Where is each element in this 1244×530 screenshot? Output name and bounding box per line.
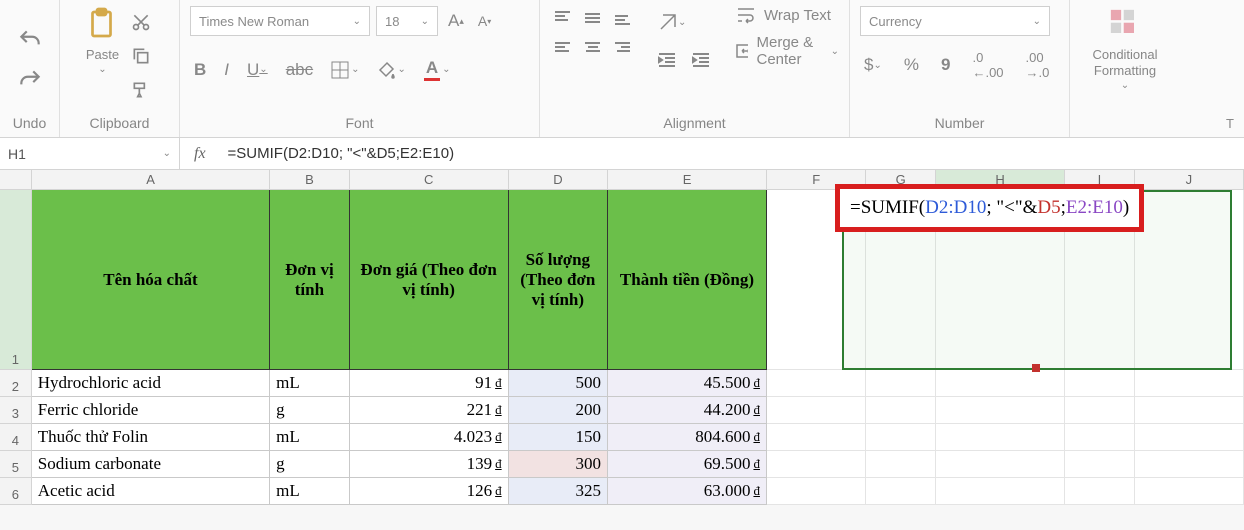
row-header[interactable]: 6	[0, 478, 32, 505]
table-cell[interactable]: g	[270, 397, 350, 424]
increase-decimal-button[interactable]: .0←.00	[968, 48, 1007, 82]
header-cell[interactable]: Số lượng (Theo đơn vị tính)	[509, 190, 608, 370]
header-cell[interactable]: Thành tiền (Đồng)	[608, 190, 767, 370]
name-box[interactable]: H1⌄	[0, 138, 180, 169]
table-cell[interactable]: Acetic acid	[32, 478, 270, 505]
formula-input[interactable]	[220, 138, 1244, 169]
table-cell[interactable]: Sodium carbonate	[32, 451, 270, 478]
font-name-select[interactable]: Times New Roman⌄	[190, 6, 370, 36]
header-cell[interactable]: Tên hóa chất	[32, 190, 270, 370]
table-cell[interactable]: Thuốc thử Folin	[32, 424, 270, 451]
table-cell[interactable]: 69.500đ	[608, 451, 767, 478]
cut-button[interactable]	[127, 10, 155, 34]
table-cell[interactable]: 200	[509, 397, 608, 424]
align-middle-button[interactable]	[580, 6, 604, 30]
header-cell[interactable]: Đơn giá (Theo đơn vị tính)	[350, 190, 509, 370]
table-cell[interactable]: 804.600đ	[608, 424, 767, 451]
merge-center-button[interactable]: Merge & Center⌄	[736, 34, 839, 68]
orientation-button[interactable]: ⌄	[654, 10, 714, 34]
table-cell[interactable]: 139đ	[350, 451, 509, 478]
number-group-label: Number	[935, 115, 985, 135]
fx-button[interactable]: fx	[180, 145, 220, 163]
col-header[interactable]: A	[32, 170, 270, 189]
currency-button[interactable]: $ ⌄	[860, 53, 886, 77]
redo-button[interactable]	[13, 65, 47, 95]
header-cell[interactable]: Đơn vị tính	[270, 190, 350, 370]
formula-bar: H1⌄ fx	[0, 138, 1244, 170]
paste-label: Paste	[86, 47, 119, 62]
table-cell[interactable]: 91đ	[350, 370, 509, 397]
table-cell[interactable]: 44.200đ	[608, 397, 767, 424]
row-header[interactable]: 3	[0, 397, 32, 424]
conditional-formatting-button[interactable]: Conditional Formatting⌄	[1092, 6, 1157, 91]
clipboard-group-label: Clipboard	[90, 115, 150, 135]
percent-button[interactable]: %	[900, 53, 923, 77]
table-cell[interactable]: 300	[509, 451, 608, 478]
table-cell[interactable]: 500	[509, 370, 608, 397]
table-cell[interactable]: Hydrochloric acid	[32, 370, 270, 397]
red-handle	[1032, 364, 1040, 372]
align-right-button[interactable]	[610, 36, 634, 60]
align-top-button[interactable]	[550, 6, 574, 30]
underline-button[interactable]: U ⌄	[243, 58, 272, 82]
table-cell[interactable]: 126đ	[350, 478, 509, 505]
col-header[interactable]: D	[509, 170, 608, 189]
undo-button[interactable]	[13, 25, 47, 55]
fill-color-button[interactable]: ⌄	[374, 59, 410, 81]
font-color-button[interactable]: A⌄	[420, 56, 455, 83]
decrease-decimal-button[interactable]: .00→.0	[1022, 48, 1054, 82]
formula-overlay-cell: =SUMIF(D2:D10; "<"&D5;E2:E10)	[835, 184, 1144, 232]
table-cell[interactable]: mL	[270, 370, 350, 397]
font-size-select[interactable]: 18⌄	[376, 6, 438, 36]
table-cell[interactable]: 4.023đ	[350, 424, 509, 451]
cond-format-label: Conditional Formatting	[1092, 47, 1157, 78]
table-cell[interactable]: 325	[509, 478, 608, 505]
undo-group-label: Undo	[13, 115, 46, 135]
table-cell[interactable]: g	[270, 451, 350, 478]
row-header[interactable]: 5	[0, 451, 32, 478]
col-header[interactable]: J	[1135, 170, 1244, 189]
row-header[interactable]: 4	[0, 424, 32, 451]
comma-button[interactable]: 9	[937, 53, 954, 77]
align-left-button[interactable]	[550, 36, 574, 60]
number-format-select[interactable]: Currency⌄	[860, 6, 1050, 36]
select-all-corner[interactable]	[0, 170, 32, 189]
align-bottom-button[interactable]	[610, 6, 634, 30]
align-center-button[interactable]	[580, 36, 604, 60]
italic-button[interactable]: I	[220, 58, 233, 82]
row-header[interactable]: 2	[0, 370, 32, 397]
strike-button[interactable]: abc	[282, 58, 317, 82]
copy-button[interactable]	[127, 44, 155, 68]
tab-t[interactable]: T	[1180, 0, 1244, 137]
table-cell[interactable]: 63.000đ	[608, 478, 767, 505]
row-header[interactable]: 1	[0, 190, 32, 370]
table-cell[interactable]: 150	[509, 424, 608, 451]
bold-button[interactable]: B	[190, 58, 210, 82]
alignment-group-label: Alignment	[663, 115, 725, 135]
paste-button[interactable]: Paste ⌄	[85, 6, 121, 75]
col-header[interactable]: B	[270, 170, 349, 189]
table-cell[interactable]: mL	[270, 478, 350, 505]
table-cell[interactable]: 221đ	[350, 397, 509, 424]
col-header[interactable]: C	[350, 170, 509, 189]
table-cell[interactable]: 45.500đ	[608, 370, 767, 397]
table-cell[interactable]: mL	[270, 424, 350, 451]
wrap-text-button[interactable]: Wrap Text	[736, 6, 839, 24]
table-cell[interactable]: Ferric chloride	[32, 397, 270, 424]
decrease-font-button[interactable]: A▾	[474, 11, 495, 31]
col-header[interactable]: E	[608, 170, 767, 189]
ribbon: Undo Paste ⌄ Clipboard Times New Roman⌄ …	[0, 0, 1244, 138]
decrease-indent-button[interactable]	[654, 50, 680, 70]
increase-indent-button[interactable]	[688, 50, 714, 70]
increase-font-button[interactable]: A▴	[444, 9, 468, 33]
border-button[interactable]: ⌄	[327, 59, 363, 81]
font-group-label: Font	[345, 115, 373, 135]
format-painter-button[interactable]	[127, 78, 155, 102]
worksheet[interactable]: A B C D E F G H I J 1 Tên hóa chất Đơn v…	[0, 170, 1244, 505]
